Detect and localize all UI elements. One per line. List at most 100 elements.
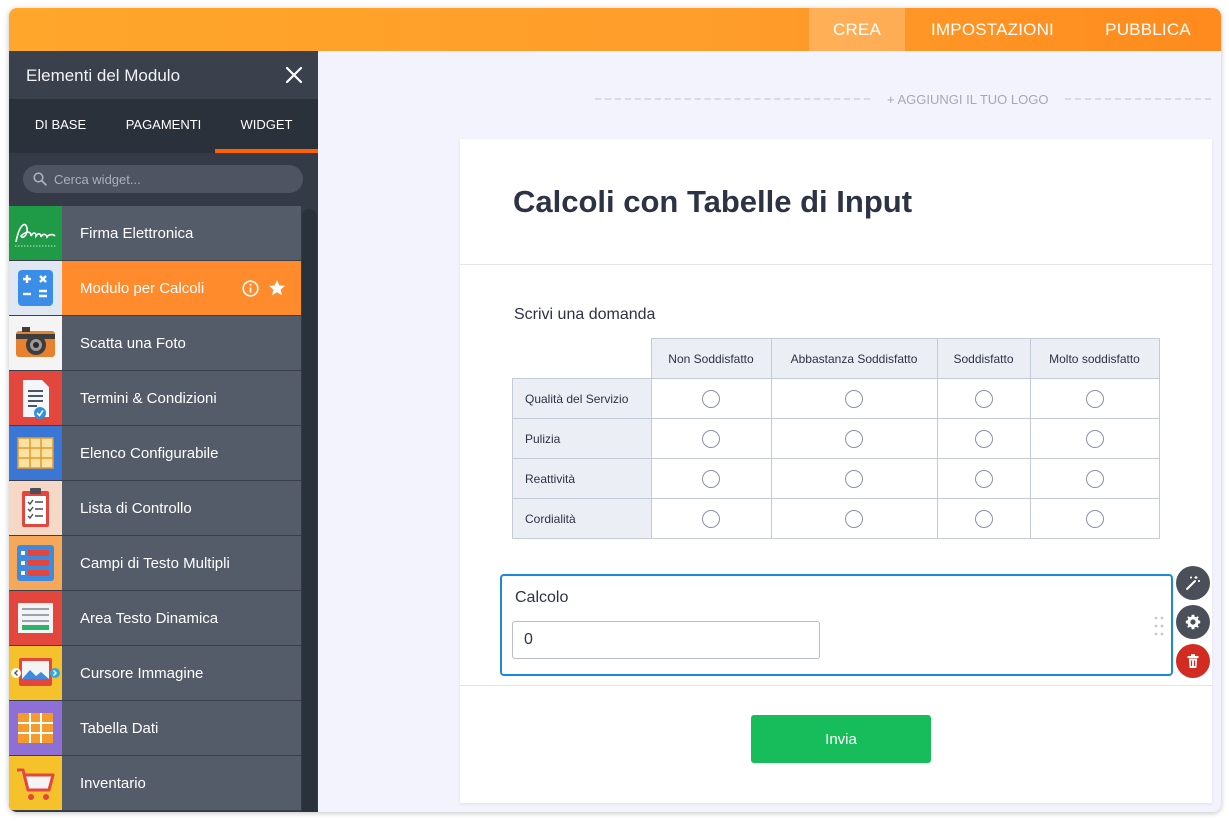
matrix-row-label: Pulizia — [512, 418, 652, 459]
sidebar-item-label: Lista di Controllo — [80, 500, 192, 517]
widget-search[interactable] — [23, 165, 303, 193]
submit-button[interactable]: Invia — [751, 715, 931, 763]
calc-label[interactable]: Calcolo — [515, 589, 568, 607]
sidebar-item-label: Termini & Condizioni — [80, 390, 217, 407]
sidebar-item-label: Inventario — [80, 775, 146, 792]
radio-button[interactable] — [1085, 429, 1104, 448]
sidebar-item-label: Tabella Dati — [80, 720, 159, 737]
sidebar-item-label: Campi di Testo Multipli — [80, 555, 230, 572]
matrix-corner — [513, 339, 652, 379]
gear-icon — [1185, 614, 1201, 630]
question-label[interactable]: Scrivi una domanda — [514, 306, 655, 324]
info-icon[interactable] — [242, 280, 259, 297]
field-settings-button[interactable] — [1176, 605, 1210, 639]
sidebar-item-campi-di-testo-multipli[interactable]: Campi di Testo Multipli — [9, 536, 301, 591]
tab-widget[interactable]: WIDGET — [215, 99, 318, 153]
matrix-row-label: Qualità del Servizio — [512, 378, 652, 419]
radio-button[interactable] — [974, 429, 993, 448]
matrix-row-label: Cordialità — [512, 498, 652, 539]
shopping-cart-icon — [9, 756, 62, 810]
calc-input[interactable] — [512, 621, 820, 659]
trash-icon — [1187, 654, 1199, 668]
table-row: Cordialità — [512, 498, 1160, 539]
radio-button[interactable] — [974, 509, 993, 528]
top-nav: CREA IMPOSTAZIONI PUBBLICA — [809, 8, 1221, 51]
input-matrix-table: Non Soddisfatto Abbastanza Soddisfatto S… — [512, 338, 1160, 539]
sidebar-header: Elementi del Modulo — [9, 51, 318, 99]
sidebar-item-label: Area Testo Dinamica — [80, 610, 219, 627]
matrix-column-header: Soddisfatto — [936, 338, 1031, 379]
sidebar-item-label: Firma Elettronica — [80, 225, 194, 242]
sidebar-tabs: DI BASE PAGAMENTI WIDGET — [9, 99, 318, 153]
sidebar-item-termini-condizioni[interactable]: Termini & Condizioni — [9, 371, 301, 426]
radio-button[interactable] — [845, 509, 863, 528]
divider — [595, 98, 870, 100]
configurable-list-icon — [9, 426, 62, 480]
sidebar-item-area-testo-dinamica[interactable]: Area Testo Dinamica — [9, 591, 301, 646]
radio-button[interactable] — [702, 469, 720, 488]
matrix-column-header: Non Soddisfatto — [650, 338, 772, 379]
radio-button[interactable] — [974, 389, 993, 408]
tab-pagamenti[interactable]: PAGAMENTI — [112, 99, 215, 153]
radio-button[interactable] — [1085, 509, 1104, 528]
divider — [460, 264, 1212, 265]
checklist-icon — [9, 481, 62, 535]
form-title[interactable]: Calcoli con Tabelle di Input — [513, 184, 912, 220]
sidebar-scrollbar[interactable] — [302, 209, 317, 812]
sidebar-item-label: Elenco Configurabile — [80, 445, 219, 462]
radio-button[interactable] — [845, 429, 863, 448]
search-icon — [33, 172, 47, 186]
drag-handle-icon[interactable] — [1153, 615, 1165, 637]
calculation-field[interactable]: Calcolo — [500, 574, 1173, 676]
add-logo-link[interactable]: + AGGIUNGI IL TUO LOGO — [887, 92, 1048, 107]
matrix-column-header: Molto soddisfatto — [1029, 338, 1160, 379]
magic-wand-icon — [1186, 576, 1200, 590]
sidebar-item-label: Cursore Immagine — [80, 665, 204, 682]
field-delete-button[interactable] — [1176, 644, 1210, 678]
radio-button[interactable] — [845, 389, 863, 408]
form-card: Calcoli con Tabelle di Input Scrivi una … — [460, 139, 1212, 803]
table-row: Qualità del Servizio — [512, 378, 1160, 419]
sidebar-item-label: Modulo per Calcoli — [80, 280, 205, 297]
radio-button[interactable] — [1085, 469, 1104, 488]
sidebar-item-lista-di-controllo[interactable]: Lista di Controllo — [9, 481, 301, 536]
signature-icon — [9, 206, 62, 260]
matrix-column-header: Abbastanza Soddisfatto — [770, 338, 938, 379]
data-table-icon — [9, 701, 62, 755]
sidebar-item-elenco-configurabile[interactable]: Elenco Configurabile — [9, 426, 301, 481]
star-icon[interactable] — [268, 279, 286, 297]
radio-button[interactable] — [845, 469, 863, 488]
tab-di-base[interactable]: DI BASE — [9, 99, 112, 153]
search-input[interactable] — [54, 165, 294, 193]
tab-pubblica[interactable]: PUBBLICA — [1080, 8, 1216, 51]
sidebar-item-inventario[interactable]: Inventario — [9, 756, 301, 811]
sidebar-item-scatta-una-foto[interactable]: Scatta una Foto — [9, 316, 301, 371]
close-icon[interactable] — [284, 65, 304, 85]
widget-list: Firma Elettronica Modulo per Calcoli Sca… — [9, 206, 301, 811]
terms-document-icon — [9, 371, 62, 425]
sidebar-title: Elementi del Modulo — [26, 66, 181, 85]
radio-button[interactable] — [702, 429, 720, 448]
radio-button[interactable] — [1085, 389, 1104, 408]
divider — [460, 685, 1212, 686]
table-row: Pulizia — [512, 418, 1160, 459]
form-elements-sidebar: Elementi del Modulo DI BASE PAGAMENTI WI… — [9, 51, 318, 812]
sidebar-item-tabella-dati[interactable]: Tabella Dati — [9, 701, 301, 756]
tab-impostazioni[interactable]: IMPOSTAZIONI — [905, 8, 1080, 51]
table-row: Reattività — [512, 458, 1160, 499]
field-wizard-button[interactable] — [1176, 566, 1210, 600]
dynamic-textarea-icon — [9, 591, 62, 645]
calculator-icon — [9, 261, 62, 315]
radio-button[interactable] — [974, 469, 993, 488]
tab-crea[interactable]: CREA — [809, 8, 905, 51]
sidebar-item-cursore-immagine[interactable]: Cursore Immagine — [9, 646, 301, 701]
camera-icon — [9, 316, 62, 370]
radio-button[interactable] — [702, 389, 720, 408]
radio-button[interactable] — [702, 509, 720, 528]
top-bar: CREA IMPOSTAZIONI PUBBLICA — [9, 8, 1221, 51]
divider — [1065, 98, 1211, 100]
image-slider-icon — [9, 646, 62, 700]
app-window: CREA IMPOSTAZIONI PUBBLICA Elementi del … — [9, 8, 1221, 812]
sidebar-item-modulo-per-calcoli[interactable]: Modulo per Calcoli — [9, 261, 301, 316]
sidebar-item-firma-elettronica[interactable]: Firma Elettronica — [9, 206, 301, 261]
